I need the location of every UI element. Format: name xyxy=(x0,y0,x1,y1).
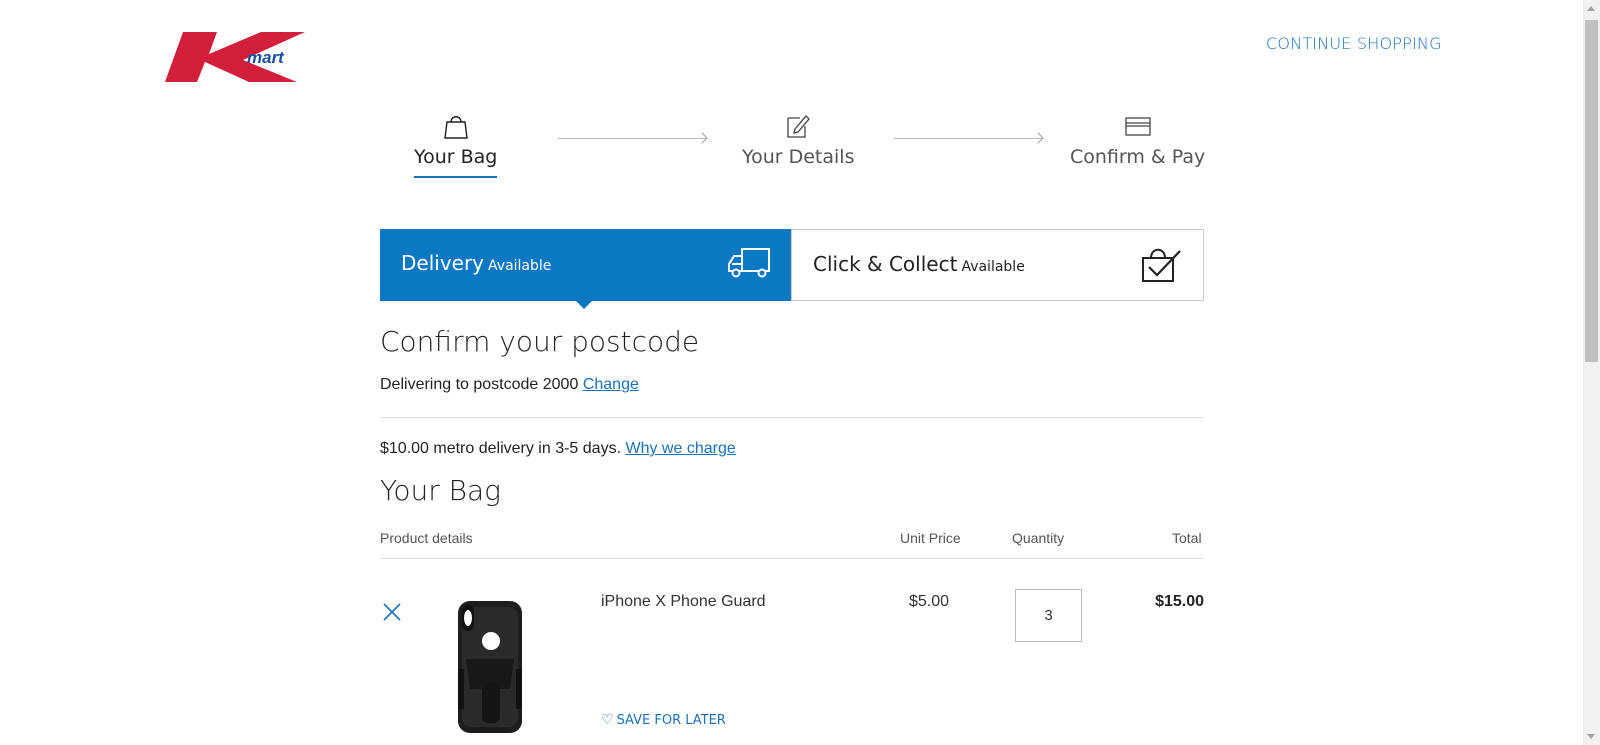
kmart-logo[interactable]: mart xyxy=(165,30,325,86)
col-total: Total xyxy=(1172,530,1202,546)
step-label: Confirm & Pay xyxy=(1070,146,1206,168)
remove-item-icon[interactable] xyxy=(382,602,402,622)
active-tab-pointer xyxy=(576,301,592,309)
save-for-later-label: SAVE FOR LATER xyxy=(616,713,726,728)
quantity-input[interactable] xyxy=(1015,589,1082,642)
metro-text: $10.00 metro delivery in 3-5 days. xyxy=(380,440,622,457)
col-product-details: Product details xyxy=(380,530,473,546)
save-for-later-button[interactable]: ♡ SAVE FOR LATER xyxy=(601,712,726,728)
step-arrow xyxy=(894,138,1042,139)
bag-check-icon xyxy=(1142,248,1181,282)
unit-price: $5.00 xyxy=(909,593,950,610)
tab-delivery[interactable]: Delivery Available xyxy=(380,229,792,309)
page-scrollbar[interactable] xyxy=(1583,0,1600,745)
divider xyxy=(380,558,1204,559)
bag-heading: Your Bag xyxy=(380,474,501,507)
postcode-text: Delivering to postcode 2000 xyxy=(380,376,579,393)
scroll-up-icon[interactable] xyxy=(1587,6,1595,11)
line-total: $15.00 xyxy=(1155,593,1204,610)
active-step-indicator xyxy=(414,176,498,178)
heart-icon: ♡ xyxy=(601,712,614,728)
svg-text:mart: mart xyxy=(247,48,285,67)
tab-title: Click & Collect xyxy=(813,252,958,276)
delivery-postcode-text: Delivering to postcode 2000 Change xyxy=(380,376,639,394)
step-arrow xyxy=(558,138,706,139)
step-confirm-pay[interactable]: Confirm & Pay xyxy=(1070,112,1205,168)
tab-delivery-title: Delivery Available xyxy=(401,251,551,275)
product-image[interactable] xyxy=(452,599,528,735)
bag-icon xyxy=(443,116,468,139)
continue-shopping-link[interactable]: CONTINUE SHOPPING xyxy=(1266,34,1442,53)
tab-title: Delivery xyxy=(401,251,485,275)
metro-delivery-text: $10.00 metro delivery in 3-5 days. Why w… xyxy=(380,440,736,458)
product-name[interactable]: iPhone X Phone Guard xyxy=(601,593,766,611)
checkout-progress: Your Bag Your Details Confirm & Pay xyxy=(380,112,1205,192)
edit-icon xyxy=(787,115,811,138)
col-unit-price: Unit Price xyxy=(900,530,961,546)
postcode-heading: Confirm your postcode xyxy=(380,325,700,358)
why-we-charge-link[interactable]: Why we charge xyxy=(625,440,735,457)
scroll-down-icon[interactable] xyxy=(1587,734,1595,739)
col-quantity: Quantity xyxy=(1012,530,1065,546)
card-icon xyxy=(1124,117,1151,136)
scrollbar-thumb[interactable] xyxy=(1585,20,1598,362)
tab-collect-title: Click & Collect Available xyxy=(813,252,1025,276)
tab-status: Available xyxy=(961,259,1025,275)
truck-icon xyxy=(728,248,770,278)
divider xyxy=(380,417,1204,418)
fulfilment-tabs: Delivery Available Click & Collect Availab… xyxy=(380,229,1204,309)
step-label: Your Bag xyxy=(414,146,498,168)
tab-click-collect[interactable]: Click & Collect Available xyxy=(791,229,1204,301)
step-your-details[interactable]: Your Details xyxy=(742,112,854,168)
tab-status: Available xyxy=(488,258,552,274)
step-your-bag[interactable]: Your Bag xyxy=(414,112,498,178)
step-label: Your Details xyxy=(742,146,855,168)
change-postcode-link[interactable]: Change xyxy=(583,376,639,393)
